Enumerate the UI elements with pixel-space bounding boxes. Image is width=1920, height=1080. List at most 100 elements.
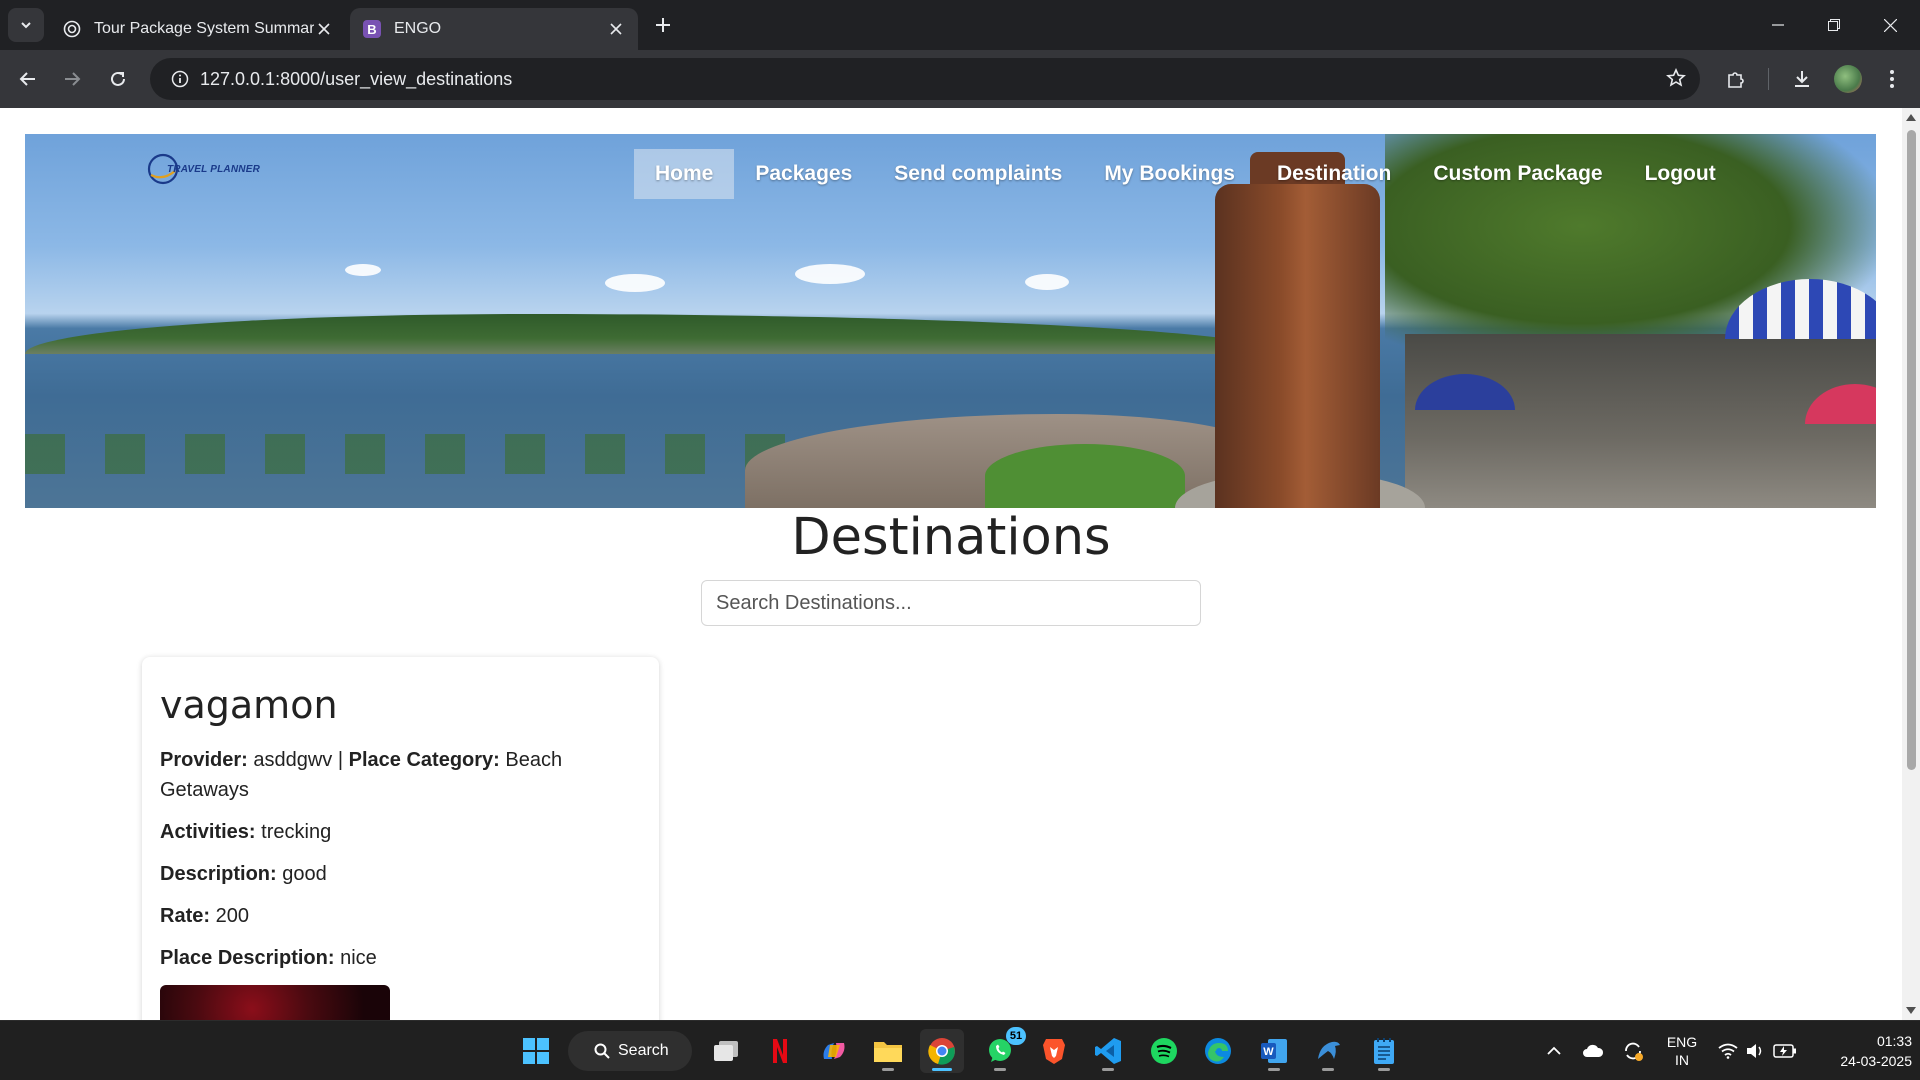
cloud-icon — [1583, 1044, 1604, 1057]
new-tab-button[interactable] — [650, 12, 676, 38]
browser-tab-1[interactable]: Tour Package System Summary — [50, 8, 346, 50]
activities-line: Activities: trecking — [160, 817, 641, 847]
edge-app[interactable] — [1196, 1029, 1240, 1073]
battery-charging-icon — [1773, 1044, 1796, 1058]
volume-tray[interactable] — [1742, 1021, 1768, 1080]
plus-icon — [656, 18, 670, 32]
destination-image — [160, 985, 390, 1020]
speaker-icon — [1747, 1044, 1762, 1058]
close-window-button[interactable] — [1862, 0, 1918, 50]
notification-badge: 51 — [1006, 1027, 1026, 1045]
activities-label: Activities: — [160, 821, 256, 843]
browser-menu-button[interactable] — [1876, 63, 1908, 95]
onedrive-tray[interactable] — [1578, 1021, 1608, 1080]
copilot-icon — [823, 1043, 845, 1059]
task-view-icon — [714, 1041, 738, 1061]
scroll-up-icon[interactable] — [1906, 114, 1916, 121]
nav-packages[interactable]: Packages — [734, 149, 873, 199]
browser-toolbar: 127.0.0.1:8000/user_view_destinations — [0, 50, 1920, 108]
activities-value: trecking — [261, 821, 332, 843]
battery-tray[interactable] — [1768, 1021, 1802, 1080]
clock-time: 01:33 — [1876, 1033, 1912, 1049]
chrome-app[interactable] — [920, 1029, 964, 1073]
address-bar[interactable]: 127.0.0.1:8000/user_view_destinations — [150, 58, 1700, 100]
mysql-workbench-app[interactable] — [1306, 1029, 1350, 1073]
profile-button[interactable] — [1832, 63, 1864, 95]
browser-tab-2[interactable]: B ENGO — [350, 8, 638, 50]
taskbar: Search 51 W ENG IN 01:33 24-03-2025 — [0, 1020, 1920, 1080]
task-view-button[interactable] — [704, 1029, 748, 1073]
url-text: 127.0.0.1:8000/user_view_destinations — [200, 68, 513, 89]
scroll-down-icon[interactable] — [1906, 1007, 1916, 1014]
reload-button[interactable] — [102, 63, 134, 95]
main-nav: Home Packages Send complaints My Booking… — [634, 149, 1737, 199]
chevron-up-icon — [1547, 1046, 1561, 1055]
search-icon — [594, 1043, 610, 1059]
close-icon[interactable] — [606, 19, 626, 39]
page-scrollbar[interactable] — [1902, 108, 1920, 1020]
file-explorer-app[interactable] — [866, 1029, 910, 1073]
nav-send-complaints[interactable]: Send complaints — [873, 149, 1083, 199]
language-indicator[interactable]: ENG IN — [1660, 1021, 1704, 1080]
netflix-app[interactable] — [758, 1029, 802, 1073]
extensions-button[interactable] — [1720, 63, 1752, 95]
sync-tray[interactable] — [1618, 1021, 1648, 1080]
description-label: Description: — [160, 863, 277, 885]
spotify-app[interactable] — [1142, 1029, 1186, 1073]
notepad-app[interactable] — [1362, 1029, 1406, 1073]
search-input[interactable] — [701, 580, 1201, 626]
close-icon[interactable] — [314, 19, 334, 39]
chevron-down-icon — [21, 22, 31, 29]
minimize-icon — [1772, 24, 1784, 26]
vscode-app[interactable] — [1086, 1029, 1130, 1073]
clock[interactable]: 01:33 24-03-2025 — [1808, 1021, 1912, 1080]
start-button[interactable] — [514, 1029, 558, 1073]
place-description-value: nice — [340, 947, 377, 969]
tab-search-button[interactable] — [8, 8, 44, 42]
restore-icon — [1828, 19, 1840, 31]
chrome-icon — [928, 1038, 955, 1065]
provider-label: Provider: — [160, 749, 248, 771]
language-code: ENG — [1666, 1034, 1698, 1050]
provider-line: Provider: asddgwv | Place Category: Beac… — [160, 745, 641, 805]
back-button[interactable] — [12, 63, 44, 95]
show-hidden-icons-button[interactable] — [1540, 1021, 1568, 1080]
close-icon — [1883, 18, 1897, 32]
restore-button[interactable] — [1806, 0, 1862, 50]
site-logo[interactable]: TRAVEL PLANNER — [145, 153, 265, 185]
treeline-shape — [25, 314, 1285, 354]
word-app[interactable]: W — [1252, 1029, 1296, 1073]
whatsapp-app[interactable]: 51 — [978, 1027, 1026, 1073]
brave-app[interactable] — [1032, 1029, 1076, 1073]
minimize-button[interactable] — [1750, 0, 1806, 50]
nav-custom-package[interactable]: Custom Package — [1412, 149, 1623, 199]
nav-my-bookings[interactable]: My Bookings — [1083, 149, 1256, 199]
site-info-icon[interactable] — [160, 70, 200, 88]
brave-lion-icon — [1043, 1039, 1065, 1064]
running-indicator — [1268, 1068, 1280, 1071]
nav-logout[interactable]: Logout — [1624, 149, 1737, 199]
dolphin-icon — [1318, 1041, 1340, 1059]
nav-destination[interactable]: Destination — [1256, 149, 1412, 199]
taskbar-search[interactable]: Search — [568, 1031, 692, 1071]
running-indicator — [932, 1068, 952, 1071]
toolbar-separator — [1768, 68, 1769, 90]
copilot-app[interactable] — [812, 1029, 856, 1073]
rate-line: Rate: 200 — [160, 901, 641, 931]
download-icon — [1795, 71, 1809, 87]
scrollbar-thumb[interactable] — [1907, 130, 1916, 770]
forward-button[interactable] — [56, 63, 88, 95]
place-description-label: Place Description: — [160, 947, 335, 969]
avatar — [1834, 65, 1862, 93]
bootstrap-icon: B — [362, 19, 382, 39]
hero-banner: TRAVEL PLANNER Home Packages Send compla… — [25, 134, 1876, 508]
svg-text:B: B — [367, 22, 376, 37]
nav-home[interactable]: Home — [634, 149, 735, 199]
cloud-shape — [605, 274, 665, 292]
windows-icon — [523, 1038, 549, 1064]
browser-tab-strip: Tour Package System Summary B ENGO — [0, 0, 1920, 50]
wifi-tray[interactable] — [1714, 1021, 1742, 1080]
downloads-button[interactable] — [1786, 63, 1818, 95]
arrow-left-icon — [19, 72, 35, 86]
bookmark-star-icon[interactable] — [1666, 68, 1686, 93]
